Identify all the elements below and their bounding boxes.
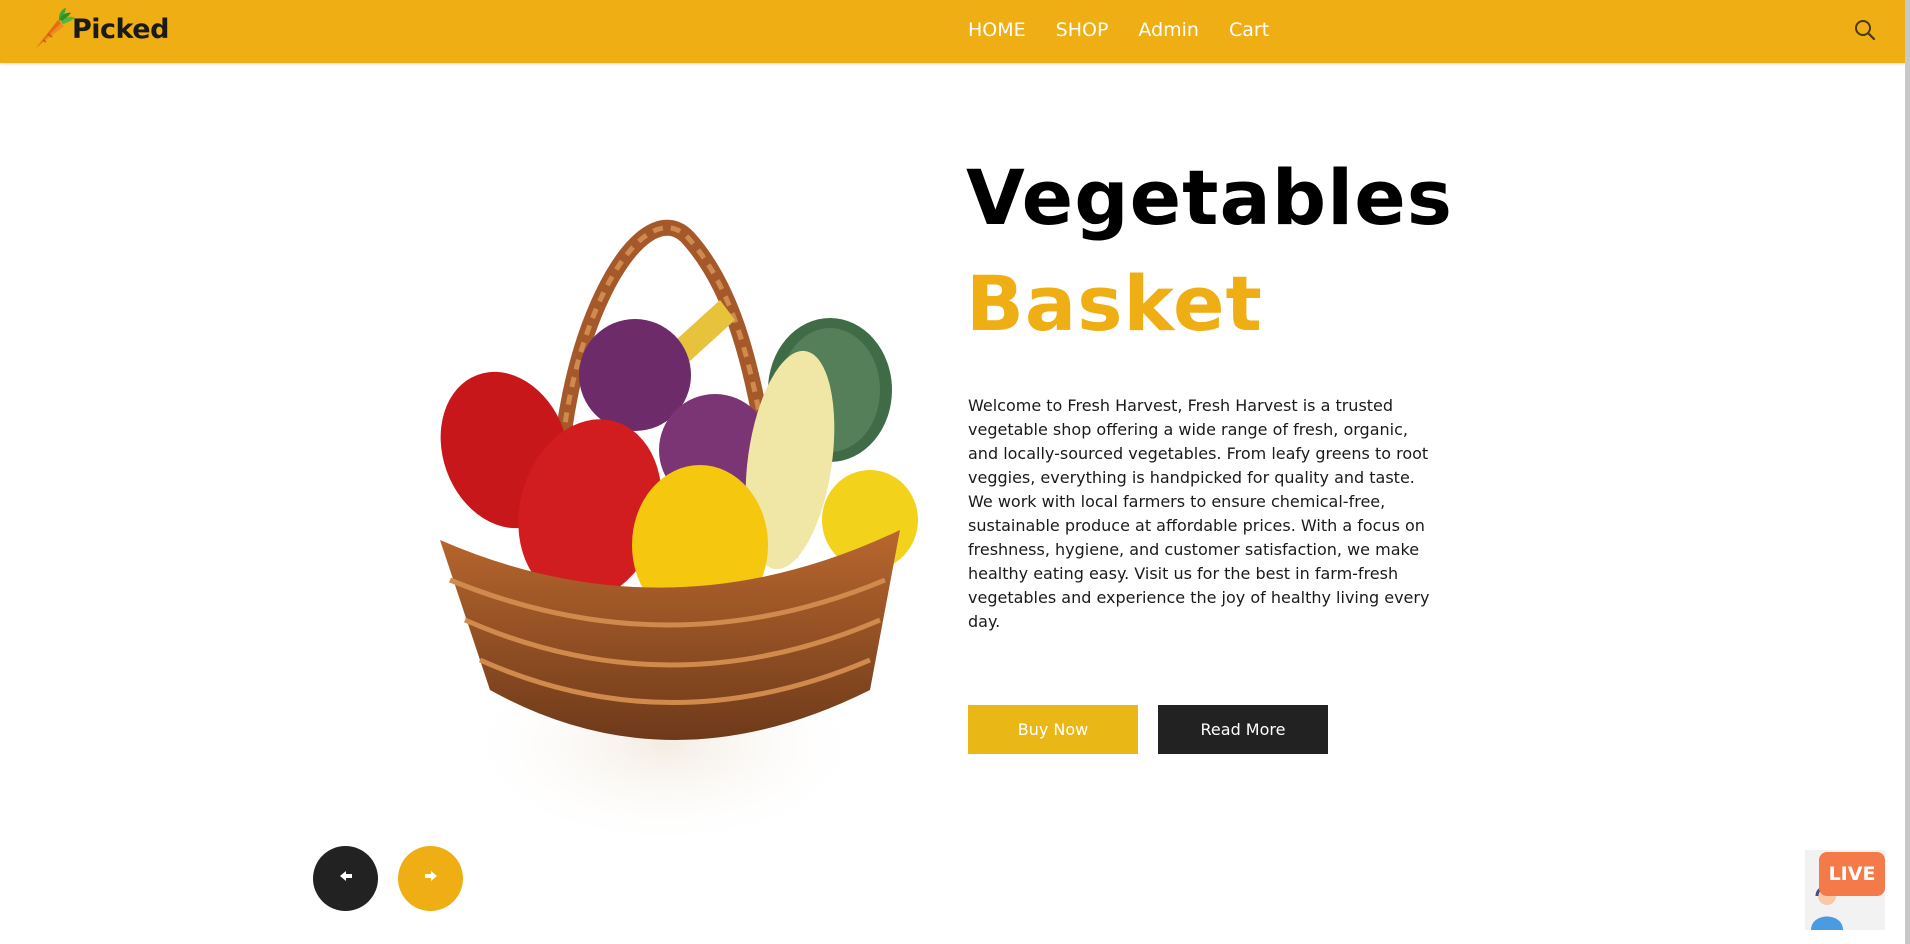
hero-title-basket: Basket xyxy=(966,259,1263,348)
carousel-next-button[interactable] xyxy=(398,846,463,911)
carrot-icon xyxy=(28,4,78,54)
brand-name: Picked xyxy=(72,13,169,45)
nav-shop[interactable]: SHOP xyxy=(1056,19,1109,41)
live-chat-widget[interactable]: LIVE xyxy=(1805,850,1885,930)
live-badge: LIVE xyxy=(1819,852,1885,896)
nav-admin[interactable]: Admin xyxy=(1138,19,1199,41)
hero-title-vegetables: Vegetables xyxy=(966,153,1454,242)
page: Picked HOME SHOP Admin Cart Vegetables B… xyxy=(0,0,1910,944)
scrollbar-thumb[interactable] xyxy=(1905,0,1910,944)
brand-logo[interactable]: Picked xyxy=(28,4,169,54)
search-icon[interactable] xyxy=(1852,17,1878,43)
vegetable-basket-image xyxy=(430,200,930,850)
carousel-prev-button[interactable] xyxy=(313,846,378,911)
hero-description: Welcome to Fresh Harvest, Fresh Harvest … xyxy=(968,396,1430,631)
nav-cart[interactable]: Cart xyxy=(1229,19,1269,41)
read-more-button[interactable]: Read More xyxy=(1158,705,1328,754)
arrow-left-icon xyxy=(338,868,354,889)
arrow-right-icon xyxy=(423,868,439,889)
main-nav: HOME SHOP Admin Cart xyxy=(968,0,1269,60)
site-header: Picked HOME SHOP Admin Cart xyxy=(0,0,1905,63)
buy-now-button[interactable]: Buy Now xyxy=(968,705,1138,754)
nav-home[interactable]: HOME xyxy=(968,19,1026,41)
